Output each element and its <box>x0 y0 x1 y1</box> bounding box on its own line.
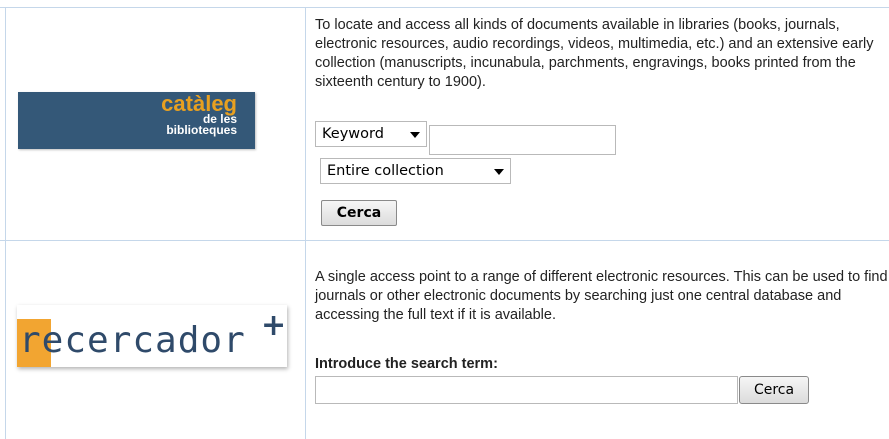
cataleg-logo-sub2: biblioteques <box>166 123 237 137</box>
search-type-value: Keyword <box>322 126 384 142</box>
search-term-label: Introduce the search term: <box>315 356 498 372</box>
chevron-down-icon <box>494 169 504 175</box>
catalog-search-button[interactable]: Cerca <box>321 200 397 226</box>
recercador-search-button[interactable]: Cerca <box>739 376 809 404</box>
recercador-search-input[interactable] <box>315 376 738 404</box>
table-border-top <box>0 7 889 8</box>
recercador-logo[interactable]: recercador + <box>17 305 287 367</box>
recercador-description: A single access point to a range of diff… <box>315 269 888 323</box>
catalog-description: To locate and access all kinds of docume… <box>315 17 874 90</box>
chevron-down-icon <box>410 132 420 138</box>
row-divider <box>0 240 889 241</box>
catalog-search-input[interactable] <box>429 125 616 155</box>
recercador-logo-rest: cercador <box>64 320 246 361</box>
search-type-select[interactable]: Keyword <box>315 121 427 147</box>
plus-icon: + <box>261 308 287 343</box>
cataleg-logo[interactable]: catàleg de les biblioteques <box>18 92 255 149</box>
collection-value: Entire collection <box>327 163 444 179</box>
table-border-left <box>5 7 6 439</box>
collection-select[interactable]: Entire collection <box>320 158 511 184</box>
cataleg-logo-main: catàleg <box>161 91 237 116</box>
column-divider <box>305 7 306 439</box>
recercador-logo-re: re <box>19 320 65 361</box>
recercador-logo-text: recercador <box>19 323 246 359</box>
